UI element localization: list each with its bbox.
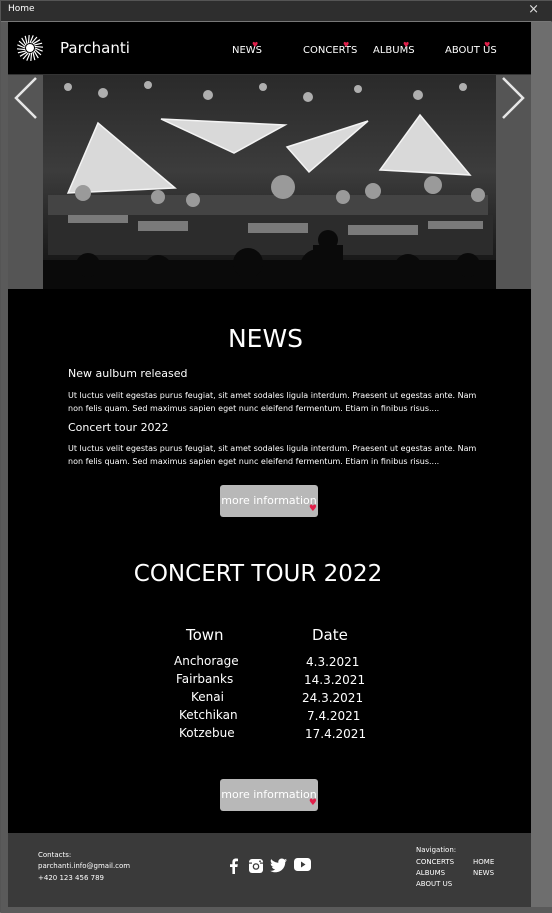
footer-nav-news[interactable]: NEWS [473, 869, 494, 877]
tour-date: 14.3.2021 [304, 673, 366, 687]
hero-carousel [8, 75, 531, 289]
tour-town: Kenai [191, 690, 224, 704]
news-item-body: Ut luctus velit egestas purus feugiat, s… [68, 391, 477, 413]
tour-date: 4.3.2021 [306, 655, 360, 669]
news-item-title[interactable]: New aulbum released [68, 367, 188, 380]
tour-more-info-button[interactable]: more information ♥ [220, 779, 318, 811]
app-window: Home × Parchanti NEWS ♥ CONCERTS ♥ ALBUM… [0, 0, 552, 913]
news-item-body: Ut luctus velit egestas purus feugiat, s… [68, 444, 477, 466]
window-title: Home [8, 4, 35, 14]
footer-nav-label: Navigation: [416, 846, 457, 854]
tour-heading: CONCERT TOUR 2022 [133, 561, 383, 587]
brand-name[interactable]: Parchanti [60, 39, 130, 57]
heart-icon: ♥ [252, 41, 259, 49]
news-more-info-button[interactable]: more information ♥ [220, 485, 318, 517]
heart-icon: ♥ [484, 41, 491, 49]
youtube-icon[interactable] [294, 858, 311, 871]
title-bar: Home × [1, 1, 552, 21]
contact-email[interactable]: parchanti.info@gmail.com [38, 862, 130, 870]
news-item-title[interactable]: Concert tour 2022 [68, 421, 169, 434]
window-border-left [1, 22, 8, 907]
instagram-icon[interactable] [248, 858, 264, 874]
heart-icon: ♥ [403, 41, 410, 49]
tour-town: Kotzebue [179, 726, 235, 740]
tour-date: 17.4.2021 [305, 727, 367, 741]
contacts-label: Contacts: [38, 851, 72, 859]
site-header: Parchanti NEWS ♥ CONCERTS ♥ ALBUMS ♥ ABO… [8, 22, 531, 75]
heart-icon: ♥ [308, 798, 317, 808]
chevron-left-icon[interactable] [12, 75, 40, 121]
button-label: more information [221, 494, 317, 507]
footer-nav-about-us[interactable]: ABOUT US [416, 880, 452, 888]
window-border-bottom [1, 907, 552, 913]
contact-phone: +420 123 456 789 [38, 874, 104, 882]
footer-nav-albums[interactable]: ALBUMS [416, 869, 445, 877]
tour-town: Fairbanks [176, 672, 234, 686]
facebook-icon[interactable] [228, 858, 240, 874]
sunburst-logo-icon[interactable] [15, 33, 45, 63]
tour-town: Anchorage [174, 654, 239, 668]
column-header-town: Town [186, 626, 224, 644]
heart-icon: ♥ [343, 41, 350, 49]
close-icon[interactable]: × [528, 2, 539, 18]
page-content: Parchanti NEWS ♥ CONCERTS ♥ ALBUMS ♥ ABO… [8, 22, 531, 907]
tour-date: 7.4.2021 [307, 709, 361, 723]
footer-nav-home[interactable]: HOME [473, 858, 494, 866]
news-heading: NEWS [227, 324, 304, 353]
tour-town: Ketchikan [179, 708, 238, 722]
tour-date: 24.3.2021 [302, 691, 364, 705]
heart-icon: ♥ [308, 504, 317, 514]
site-footer: Contacts: parchanti.info@gmail.com +420 … [8, 833, 531, 907]
window-border-right [531, 22, 552, 907]
concert-stage-photo [8, 75, 531, 289]
button-label: more information [221, 788, 317, 801]
twitter-icon[interactable] [270, 858, 287, 873]
footer-nav-concerts[interactable]: CONCERTS [416, 858, 454, 866]
column-header-date: Date [312, 626, 348, 644]
chevron-right-icon[interactable] [499, 75, 527, 121]
